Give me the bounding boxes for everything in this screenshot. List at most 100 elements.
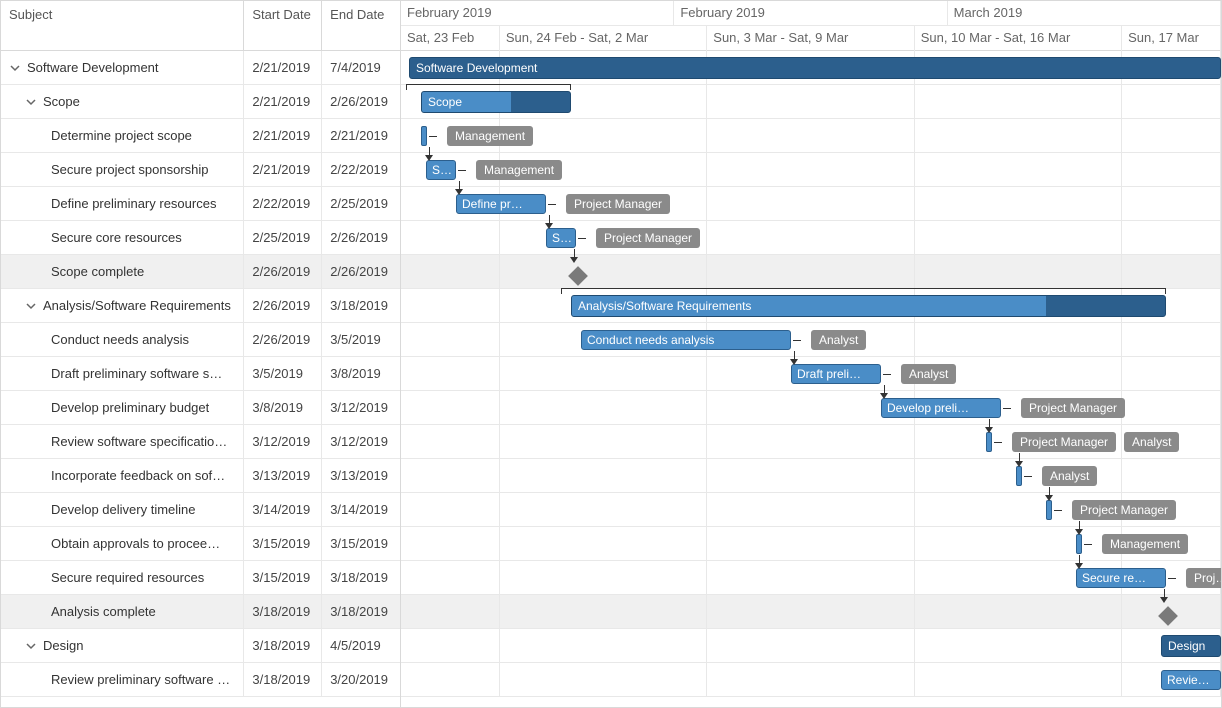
- timeline-row: Management: [401, 119, 1221, 153]
- resource-tag: Project Manager: [596, 228, 700, 248]
- column-header-subject[interactable]: Subject: [1, 1, 244, 50]
- resource-tag: Analyst: [1124, 432, 1179, 452]
- gantt-task-bar[interactable]: Secure re…: [1076, 568, 1166, 588]
- task-subject: Develop delivery timeline: [51, 502, 196, 517]
- task-row[interactable]: Scope2/21/20192/26/2019: [1, 85, 400, 119]
- gantt-summary-bar[interactable]: Software Development: [409, 57, 1221, 79]
- resource-tag: Management: [447, 126, 533, 146]
- expand-toggle-icon[interactable]: [9, 62, 21, 74]
- gantt-task-bar[interactable]: Draft preli…: [791, 364, 881, 384]
- task-row[interactable]: Conduct needs analysis2/26/20193/5/2019: [1, 323, 400, 357]
- gantt-task-bar[interactable]: S…: [546, 228, 576, 248]
- timeline-row: [401, 595, 1221, 629]
- bar-label: Conduct needs analysis: [587, 333, 714, 347]
- task-subject: Design: [43, 638, 83, 653]
- task-start-date: 2/21/2019: [244, 153, 322, 186]
- task-subject: Review software specificatio…: [51, 434, 227, 449]
- task-start-date: 2/25/2019: [244, 221, 322, 254]
- task-row[interactable]: Obtain approvals to procee…3/15/20193/15…: [1, 527, 400, 561]
- task-row[interactable]: Secure project sponsorship2/21/20192/22/…: [1, 153, 400, 187]
- task-start-date: 2/26/2019: [244, 289, 322, 322]
- bar-label: Analysis/Software Requirements: [578, 299, 751, 313]
- task-row[interactable]: Review preliminary software …3/18/20193/…: [1, 663, 400, 697]
- task-start-date: 3/15/2019: [244, 527, 322, 560]
- gantt-task-bar[interactable]: S…: [426, 160, 456, 180]
- timeline-header-month: March 2019: [948, 1, 1221, 25]
- timeline-row: S… Project Manager: [401, 221, 1221, 255]
- task-end-date: 3/12/2019: [322, 425, 400, 458]
- task-start-date: 3/8/2019: [244, 391, 322, 424]
- gantt-task-bar[interactable]: [1076, 534, 1082, 554]
- task-subject: Analysis/Software Requirements: [43, 298, 231, 313]
- gantt-task-bar[interactable]: Develop preli…: [881, 398, 1001, 418]
- task-row[interactable]: Secure core resources2/25/20192/26/2019: [1, 221, 400, 255]
- gantt-summary-bar[interactable]: Design: [1161, 635, 1221, 657]
- task-row[interactable]: Determine project scope 2/21/20192/21/201…: [1, 119, 400, 153]
- expand-toggle-icon[interactable]: [25, 640, 37, 652]
- task-end-date: 3/18/2019: [322, 289, 400, 322]
- timeline-row: Analysis/Software Requirements: [401, 289, 1221, 323]
- task-start-date: 2/21/2019: [244, 85, 322, 118]
- task-end-date: 3/12/2019: [322, 391, 400, 424]
- timeline-header-week: Sat, 23 Feb: [401, 26, 500, 51]
- task-start-date: 2/26/2019: [244, 255, 322, 288]
- gantt-task-bar[interactable]: Conduct needs analysis: [581, 330, 791, 350]
- milestone-icon[interactable]: [568, 266, 588, 286]
- expand-toggle-icon[interactable]: [25, 96, 37, 108]
- task-row[interactable]: Review software specificatio…3/12/20193/…: [1, 425, 400, 459]
- resource-tag: Management: [476, 160, 562, 180]
- task-subject: Draft preliminary software s…: [51, 366, 222, 381]
- task-end-date: 4/5/2019: [322, 629, 400, 662]
- task-subject: Conduct needs analysis: [51, 332, 189, 347]
- task-row[interactable]: Develop preliminary budget 3/8/20193/12/2…: [1, 391, 400, 425]
- resource-tag: Analyst: [901, 364, 956, 384]
- timeline-row: Revie…: [401, 663, 1221, 697]
- task-end-date: 3/8/2019: [322, 357, 400, 390]
- milestone-icon[interactable]: [1158, 606, 1178, 626]
- task-row[interactable]: Incorporate feedback on sof…3/13/20193/1…: [1, 459, 400, 493]
- task-start-date: 2/21/2019: [244, 51, 322, 84]
- task-end-date: 2/26/2019: [322, 221, 400, 254]
- bar-label: S…: [552, 231, 572, 245]
- task-start-date: 2/21/2019: [244, 119, 322, 152]
- gantt-summary-bar[interactable]: Analysis/Software Requirements: [571, 295, 1166, 317]
- task-start-date: 2/26/2019: [244, 323, 322, 356]
- bar-label: Design: [1168, 639, 1205, 653]
- resource-tag: Project Manager: [1072, 500, 1176, 520]
- gantt-task-bar[interactable]: [421, 126, 427, 146]
- gantt-task-bar[interactable]: Revie…: [1161, 670, 1221, 690]
- task-row[interactable]: Secure required resources3/15/20193/18/2…: [1, 561, 400, 595]
- task-row[interactable]: Draft preliminary software s…3/5/20193/8…: [1, 357, 400, 391]
- task-end-date: 2/26/2019: [322, 85, 400, 118]
- column-header-end[interactable]: End Date: [322, 1, 400, 50]
- task-subject: Determine project scope: [51, 128, 192, 143]
- task-row[interactable]: Analysis complete3/18/20193/18/2019: [1, 595, 400, 629]
- timeline-row: Conduct needs analysisAnalyst: [401, 323, 1221, 357]
- gantt-task-bar[interactable]: [986, 432, 992, 452]
- gantt-task-bar[interactable]: [1046, 500, 1052, 520]
- timeline-header-week: Sun, 10 Mar - Sat, 16 Mar: [915, 26, 1122, 51]
- gantt-task-bar[interactable]: Define pr…: [456, 194, 546, 214]
- task-subject: Scope complete: [51, 264, 144, 279]
- expand-toggle-icon[interactable]: [25, 300, 37, 312]
- task-row[interactable]: Define preliminary resources2/22/20192/2…: [1, 187, 400, 221]
- column-header-start[interactable]: Start Date: [244, 1, 322, 50]
- bar-label: Scope: [428, 95, 462, 109]
- task-end-date: 2/21/2019: [322, 119, 400, 152]
- task-row[interactable]: Design3/18/20194/5/2019: [1, 629, 400, 663]
- task-row[interactable]: Analysis/Software Requirements 2/26/20193…: [1, 289, 400, 323]
- gantt-summary-bar[interactable]: Scope: [421, 91, 571, 113]
- task-row[interactable]: Develop delivery timeline3/14/20193/14/2…: [1, 493, 400, 527]
- task-row[interactable]: Software Development2/21/20197/4/2019: [1, 51, 400, 85]
- task-subject: Develop preliminary budget: [51, 400, 209, 415]
- timeline-row: Draft preli… Analyst: [401, 357, 1221, 391]
- timeline-header-month: February 2019: [401, 1, 674, 25]
- task-start-date: 3/13/2019: [244, 459, 322, 492]
- resource-tag: Project Manager: [1012, 432, 1116, 452]
- gantt-task-bar[interactable]: [1016, 466, 1022, 486]
- task-row[interactable]: Scope complete2/26/20192/26/2019: [1, 255, 400, 289]
- task-start-date: 3/14/2019: [244, 493, 322, 526]
- task-start-date: 3/18/2019: [244, 663, 322, 696]
- timeline-header-week: Sun, 3 Mar - Sat, 9 Mar: [707, 26, 914, 51]
- resource-tag: Project Manager: [566, 194, 670, 214]
